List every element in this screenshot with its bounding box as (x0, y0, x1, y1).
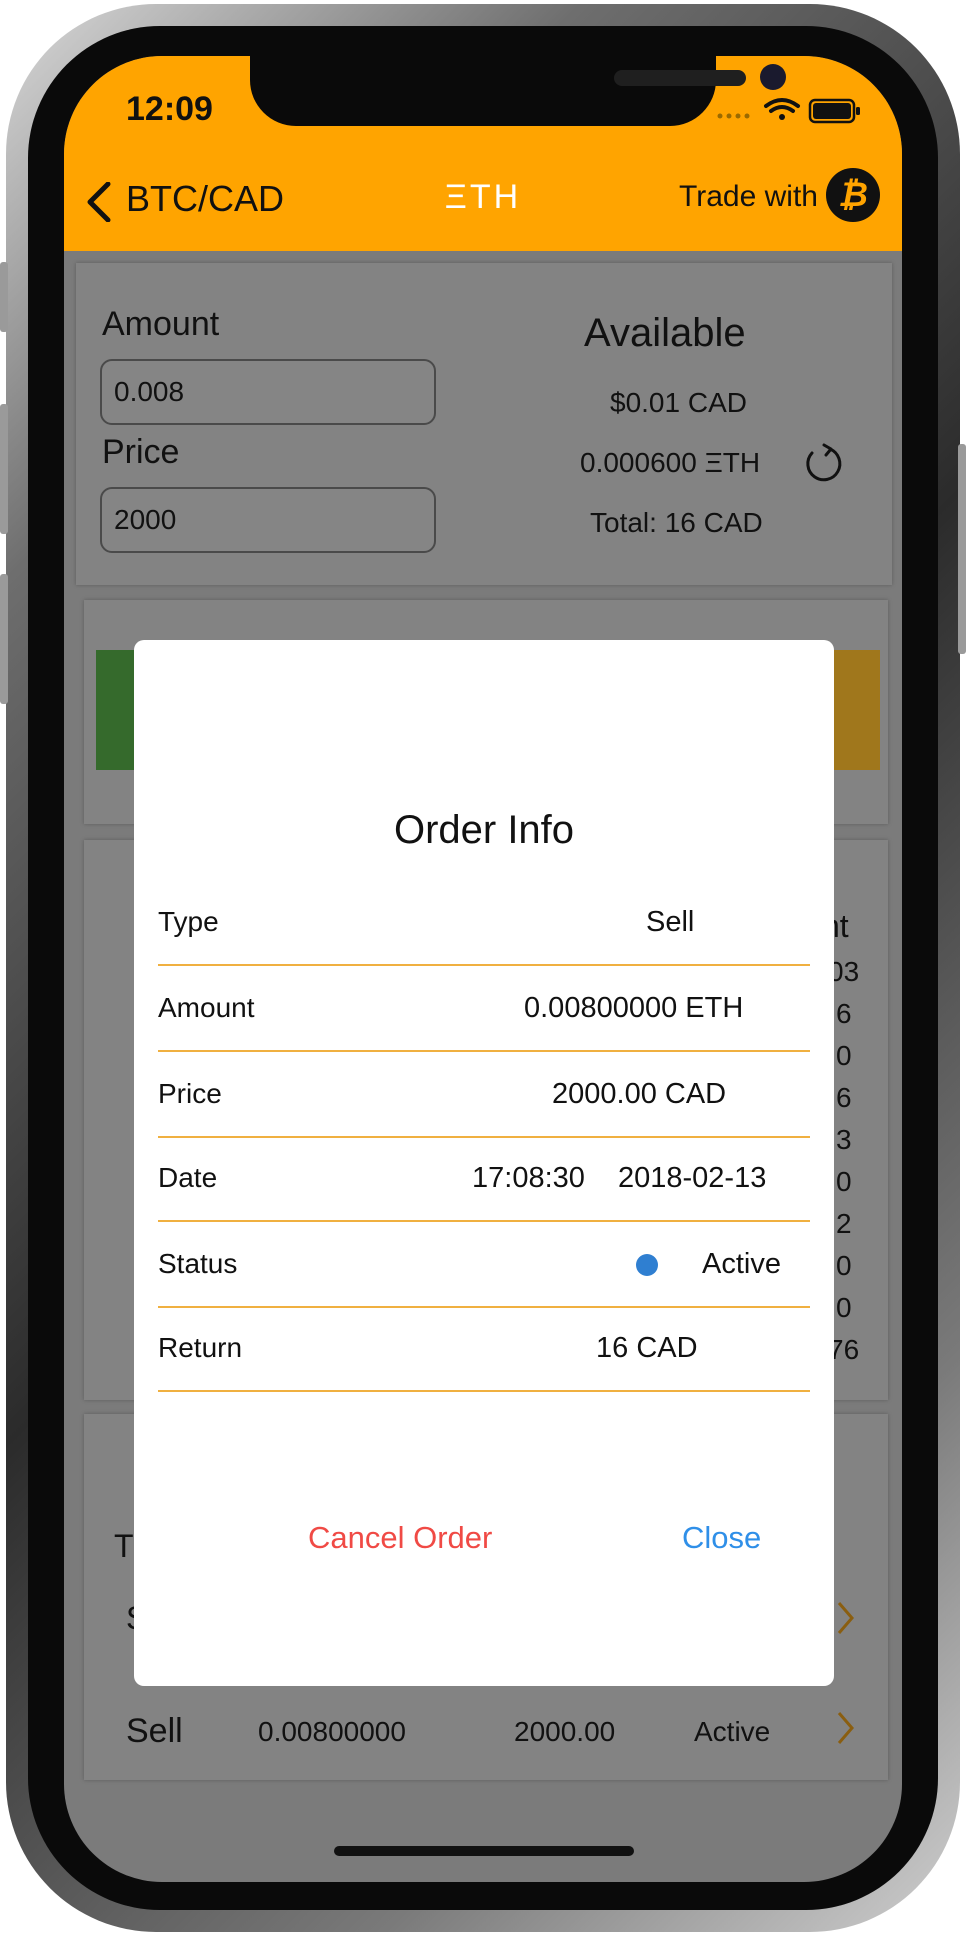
row-label: Return (158, 1332, 243, 1363)
row-label: Date (158, 1162, 218, 1193)
bitcoin-icon: ₿ (826, 168, 880, 222)
status-icons (714, 94, 864, 131)
mute-switch (0, 262, 8, 332)
row-value: Sell (646, 906, 695, 938)
row-value: 16 CAD (596, 1332, 698, 1364)
chevron-right-icon (837, 1712, 854, 1744)
available-title: Available (584, 311, 746, 355)
status-time: 12:09 (126, 90, 213, 128)
amount-label: Amount (102, 305, 220, 343)
my-orders-title: T (114, 1528, 134, 1564)
amount-input[interactable]: 0.008 (100, 359, 436, 425)
order-type: Sell (126, 1712, 183, 1750)
row-label: Status (158, 1248, 238, 1279)
order-amount: 0.00800000 (258, 1716, 406, 1747)
available-eth: 0.000600 ΞTH (580, 447, 761, 478)
order-date: 2018-02-13 (618, 1162, 767, 1194)
app-header: 12:09 BTC/CAD ΞTH Trade with ₿ (64, 56, 902, 251)
front-camera (760, 64, 786, 90)
volume-up-button (0, 404, 8, 534)
row-label: Type (158, 906, 219, 937)
trade-with-label: Trade with (679, 180, 818, 213)
info-row-date: Date 17:08:30 2018-02-13 (158, 1136, 810, 1222)
order-status: Active (694, 1716, 771, 1747)
cancel-order-button[interactable]: Cancel Order (308, 1520, 492, 1556)
row-label: Amount (158, 992, 255, 1023)
dialog-title: Order Info (393, 808, 575, 852)
price-label: Price (102, 433, 180, 471)
order-book-amount: 3 (836, 1124, 852, 1155)
order-form-card: Amount 0.008 Price 2000 Available $0.01 … (76, 263, 892, 585)
cellular-signal-icon (717, 113, 750, 119)
info-row-amount: Amount 0.00800000 ETH (158, 966, 810, 1052)
order-time: 17:08:30 (472, 1162, 585, 1194)
order-book-amount: 0 (836, 1292, 852, 1323)
status-dot-icon (636, 1254, 658, 1276)
power-button (958, 444, 966, 654)
battery-icon (808, 98, 860, 124)
price-input[interactable]: 2000 (100, 487, 436, 553)
refresh-icon[interactable] (800, 441, 846, 487)
row-value: Active (702, 1248, 781, 1280)
info-row-price: Price 2000.00 CAD (158, 1052, 810, 1138)
volume-down-button (0, 574, 8, 704)
row-value: 2000.00 CAD (552, 1078, 727, 1110)
order-book-amount: 0 (836, 1040, 852, 1071)
info-row-type: Type Sell (158, 880, 810, 966)
order-book-amount: 0 (836, 1250, 852, 1281)
chevron-right-icon (837, 1602, 854, 1634)
wifi-icon (764, 98, 800, 120)
order-price: 2000.00 (514, 1716, 616, 1747)
order-book-amount: 6 (836, 1082, 852, 1113)
info-row-return: Return 16 CAD (158, 1306, 810, 1392)
info-row-status: Status Active (158, 1222, 810, 1308)
row-value: 0.00800000 ETH (524, 992, 744, 1024)
order-row[interactable]: Sell 0.00800000 2000.00 Active (84, 1686, 888, 1776)
available-total: Total: 16 CAD (590, 507, 763, 538)
trade-with-button[interactable]: Trade with ₿ (660, 168, 880, 228)
row-label: Price (158, 1078, 222, 1109)
order-book-amount: 0 (836, 1166, 852, 1197)
close-button[interactable]: Close (682, 1520, 761, 1556)
available-cad: $0.01 CAD (610, 387, 747, 418)
order-info-dialog: Order Info Type Sell Amount 0.00800000 E… (134, 640, 834, 1686)
speaker (614, 70, 746, 86)
home-indicator[interactable] (334, 1846, 634, 1856)
order-book-amount: 2 (836, 1208, 852, 1239)
notch (250, 56, 786, 126)
order-book-amount: 6 (836, 998, 852, 1029)
